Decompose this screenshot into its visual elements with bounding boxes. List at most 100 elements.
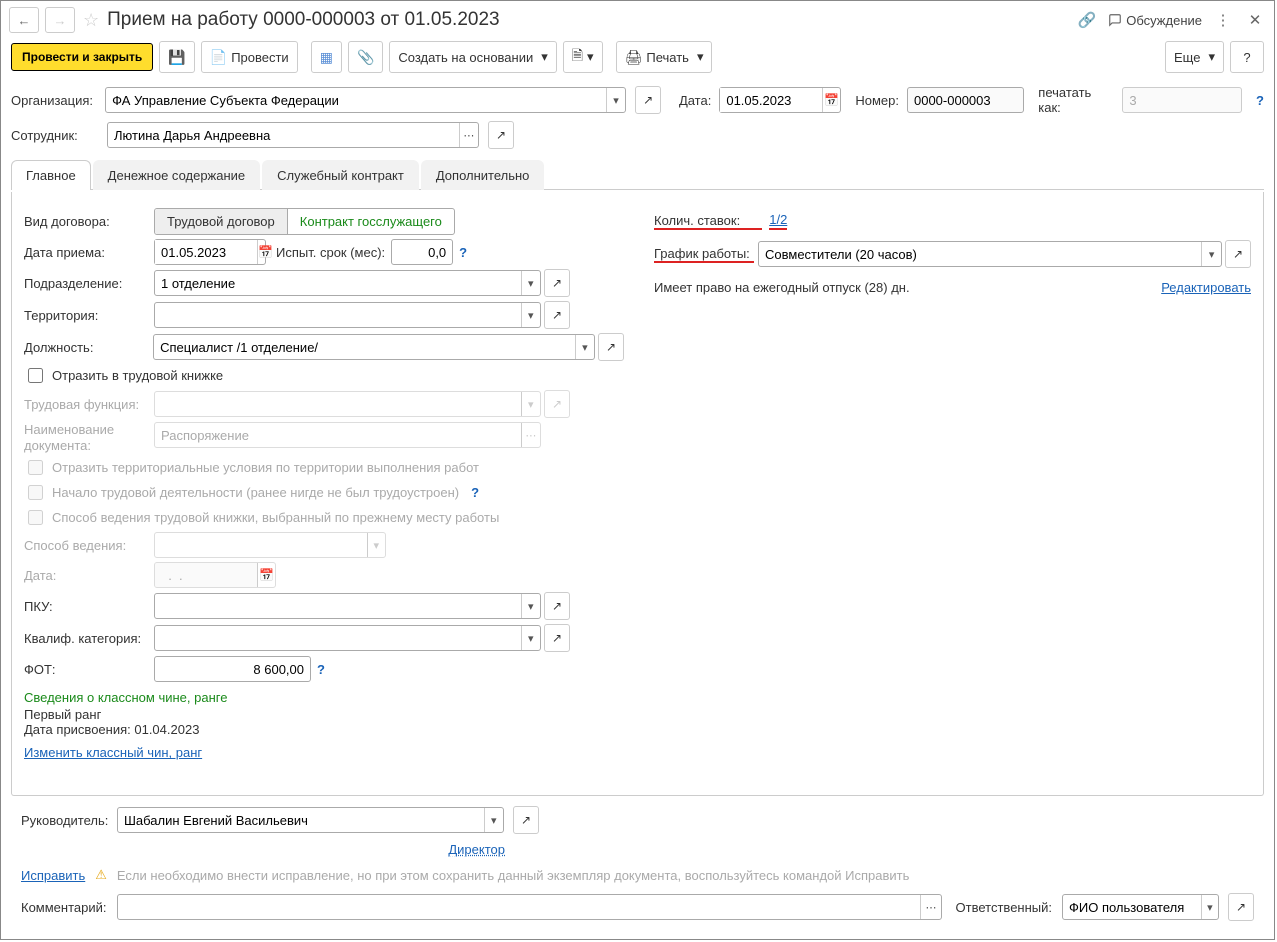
employee-input[interactable] <box>108 123 459 147</box>
dropdown-icon[interactable]: ▾ <box>606 88 626 112</box>
schedule-input[interactable] <box>759 242 1201 266</box>
tab-salary[interactable]: Денежное содержание <box>93 160 260 190</box>
responsible-input-wrap[interactable]: ▾ <box>1062 894 1219 920</box>
close-icon[interactable]: ✕ <box>1244 9 1266 31</box>
territory-input[interactable] <box>155 303 521 327</box>
responsible-input[interactable] <box>1063 895 1201 919</box>
window-title: Прием на работу 0000-000003 от 01.05.202… <box>107 9 1070 31</box>
dropdown-icon[interactable]: ▾ <box>1201 895 1218 919</box>
hire-date-input[interactable] <box>155 240 257 264</box>
tab-contract[interactable]: Служебный контракт <box>262 160 419 190</box>
date-input[interactable] <box>720 88 822 112</box>
form-icon: ▦ <box>320 49 333 66</box>
calendar-icon: 📅 <box>257 563 275 587</box>
edit-vacation-link[interactable]: Редактировать <box>1161 280 1251 295</box>
pku-input-wrap[interactable]: ▾ <box>154 593 541 619</box>
post-button[interactable]: 📄Провести <box>201 41 298 73</box>
kebab-menu-icon[interactable]: ⋮ <box>1212 9 1234 31</box>
probation-input-wrap[interactable] <box>391 239 453 265</box>
labor-contract-option[interactable]: Трудовой договор <box>155 209 288 234</box>
reflect-workbook-label: Отразить в трудовой книжке <box>52 368 223 383</box>
dropdown-icon[interactable]: ▾ <box>484 808 503 832</box>
tab-additional[interactable]: Дополнительно <box>421 160 545 190</box>
open-schedule-button[interactable]: ↗ <box>1225 240 1251 268</box>
dropdown-icon[interactable]: ▾ <box>521 303 540 327</box>
help-icon[interactable]: ? <box>317 662 325 677</box>
labor-function-input-wrap: ▾ <box>154 391 541 417</box>
calendar-icon[interactable]: 📅 <box>822 88 840 112</box>
rank-info-heading: Сведения о классном чине, ранге <box>24 690 624 705</box>
fix-note-text: Если необходимо внести исправление, но п… <box>117 868 909 883</box>
dropdown-icon[interactable]: ▾ <box>1201 242 1221 266</box>
help-icon[interactable]: ? <box>459 245 467 260</box>
form-button[interactable]: ▦ <box>311 41 342 73</box>
manager-role-link[interactable]: Директор <box>448 842 505 857</box>
open-qual-button[interactable]: ↗ <box>544 624 570 652</box>
change-rank-link[interactable]: Изменить классный чин, ранг <box>24 745 202 760</box>
nav-forward-button[interactable]: → <box>45 7 75 33</box>
help-icon[interactable]: ? <box>1256 93 1264 108</box>
doc-name-input-wrap: ⋯ <box>154 422 541 448</box>
tab-main[interactable]: Главное <box>11 160 91 190</box>
create-based-on-button[interactable]: Создать на основании▾ <box>389 41 556 73</box>
discussion-label: Обсуждение <box>1126 13 1202 28</box>
manager-input-wrap[interactable]: ▾ <box>117 807 504 833</box>
discussion-button[interactable]: Обсуждение <box>1108 13 1202 28</box>
position-input[interactable] <box>154 335 574 359</box>
dropdown-icon[interactable]: ▾ <box>521 271 540 295</box>
floppy-icon: 💾 <box>168 49 185 66</box>
open-organization-button[interactable]: ↗ <box>635 86 661 114</box>
schedule-input-wrap[interactable]: ▾ <box>758 241 1222 267</box>
open-manager-button[interactable]: ↗ <box>513 806 539 834</box>
open-employee-button[interactable]: ↗ <box>488 121 514 149</box>
favorite-star-icon[interactable]: ☆ <box>83 10 99 31</box>
contract-type-toggle[interactable]: Трудовой договор Контракт госслужащего <box>154 208 455 235</box>
organization-input[interactable] <box>106 88 605 112</box>
employee-input-wrap[interactable]: ⋯ <box>107 122 479 148</box>
nav-back-button[interactable]: ← <box>9 7 39 33</box>
department-input-wrap[interactable]: ▾ <box>154 270 541 296</box>
help-icon[interactable]: ? <box>471 485 479 500</box>
date-input-wrap[interactable]: 📅 <box>719 87 841 113</box>
manager-input[interactable] <box>118 808 484 832</box>
open-position-button[interactable]: ↗ <box>598 333 624 361</box>
fix-link[interactable]: Исправить <box>21 868 85 883</box>
export-button[interactable]: 🗎▾ <box>563 41 603 73</box>
print-button[interactable]: 🖨Печать▾ <box>616 41 713 73</box>
territory-input-wrap[interactable]: ▾ <box>154 302 541 328</box>
attach-button[interactable]: 📎 <box>348 41 383 73</box>
probation-input[interactable] <box>392 240 452 264</box>
comment-input-wrap[interactable]: ⋯ <box>117 894 942 920</box>
position-input-wrap[interactable]: ▾ <box>153 334 595 360</box>
department-input[interactable] <box>155 271 521 295</box>
reflect-workbook-checkbox[interactable] <box>28 368 43 383</box>
dropdown-icon[interactable]: ▾ <box>521 594 540 618</box>
labor-function-input <box>155 392 521 416</box>
calendar-icon[interactable]: 📅 <box>257 240 273 264</box>
comment-input[interactable] <box>118 895 920 919</box>
save-button[interactable]: 💾 <box>159 41 194 73</box>
open-department-button[interactable]: ↗ <box>544 269 570 297</box>
qual-input[interactable] <box>155 626 521 650</box>
ellipsis-icon[interactable]: ⋯ <box>459 123 478 147</box>
open-territory-button[interactable]: ↗ <box>544 301 570 329</box>
help-button[interactable]: ? <box>1230 41 1264 73</box>
post-and-close-button[interactable]: Провести и закрыть <box>11 43 153 71</box>
rates-value-link[interactable]: 1/2 <box>769 212 787 230</box>
organization-input-wrap[interactable]: ▾ <box>105 87 626 113</box>
date2-label: Дата: <box>24 568 154 583</box>
schedule-label: График работы: <box>654 246 754 263</box>
open-pku-button[interactable]: ↗ <box>544 592 570 620</box>
fot-input-wrap[interactable] <box>154 656 311 682</box>
dropdown-icon[interactable]: ▾ <box>521 626 540 650</box>
more-button[interactable]: Еще▾ <box>1165 41 1224 73</box>
qual-input-wrap[interactable]: ▾ <box>154 625 541 651</box>
hire-date-input-wrap[interactable]: 📅 <box>154 239 266 265</box>
service-contract-option[interactable]: Контракт госслужащего <box>288 209 454 234</box>
ellipsis-icon[interactable]: ⋯ <box>920 895 940 919</box>
open-responsible-button[interactable]: ↗ <box>1228 893 1254 921</box>
fot-input[interactable] <box>155 657 310 681</box>
link-icon[interactable]: 🔗 <box>1076 9 1098 31</box>
pku-input[interactable] <box>155 594 521 618</box>
dropdown-icon[interactable]: ▾ <box>575 335 595 359</box>
